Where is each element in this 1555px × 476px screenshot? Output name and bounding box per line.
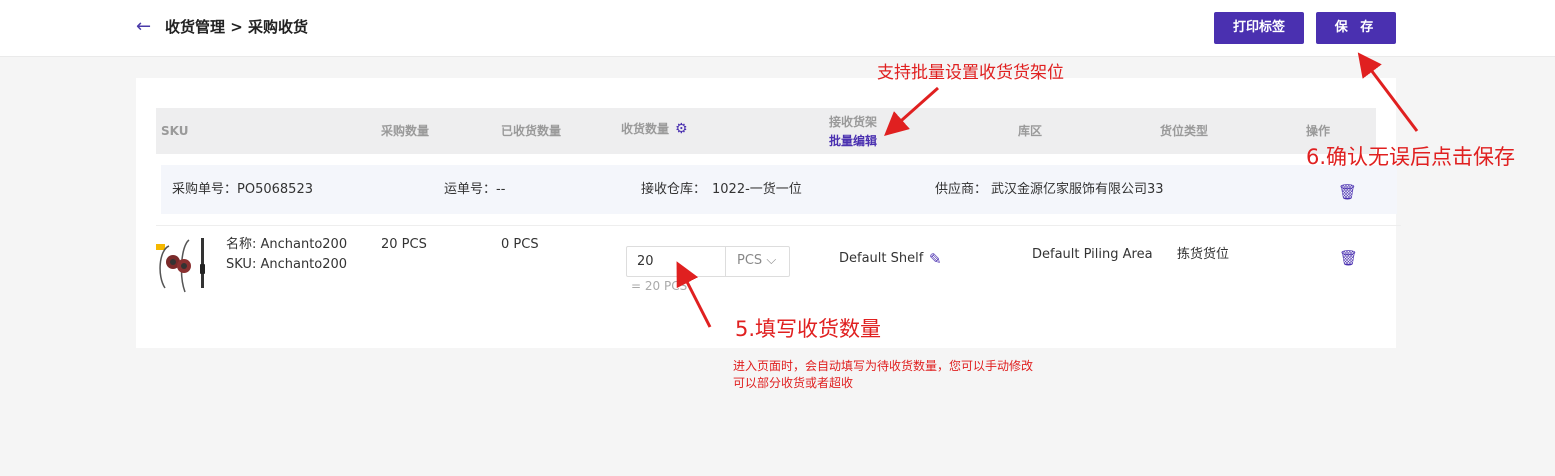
fill-desc-line-2: 可以部分收货或者超收: [733, 376, 854, 390]
save-button[interactable]: 保 存: [1316, 12, 1396, 44]
row-divider: [156, 225, 1401, 226]
fill-tip-annotation: 5.填写收货数量: [735, 317, 882, 341]
delete-row-trash-icon[interactable]: 🗑: [1339, 249, 1358, 267]
po-label: 采购单号：: [172, 182, 238, 197]
waybill-label: 运单号：: [444, 182, 497, 197]
print-label-button[interactable]: 打印标签: [1214, 12, 1304, 44]
edit-icon[interactable]: ✎: [929, 250, 942, 268]
col-actions: 操作: [1306, 124, 1331, 138]
col-received-qty: 已收货数量: [501, 124, 562, 138]
supplier-label: 供应商：: [935, 182, 988, 197]
received-qty: 0 PCS: [501, 237, 539, 252]
purchase-qty: 20 PCS: [381, 237, 427, 252]
chevron-down-icon: ⌵: [766, 253, 777, 268]
gear-icon[interactable]: ⚙: [675, 121, 688, 137]
unit-select-value: PCS: [737, 253, 763, 268]
waybill: 运单号：--: [444, 181, 505, 199]
zone-value: Default Piling Area: [1032, 247, 1153, 262]
shelf-value: Default Shelf: [839, 251, 924, 266]
col-shelf: 接收货架: [829, 115, 878, 129]
fill-desc-line-1: 进入页面时，会自动填写为待收货数量，您可以手动修改: [733, 359, 1034, 373]
top-bar: ← 收货管理 > 采购收货 打印标签 保 存: [0, 0, 1555, 57]
unit-select[interactable]: PCS ⌵: [737, 253, 776, 268]
po-number: 采购单号：PO5068523: [172, 181, 313, 199]
col-slot-type: 货位类型: [1160, 124, 1209, 138]
product-sku: SKU: Anchanto200: [226, 257, 348, 272]
breadcrumb: 收货管理 > 采购收货: [165, 18, 309, 36]
col-receiving-qty: 收货数量 ⚙: [621, 121, 688, 137]
supplier: 供应商： 武汉金源亿家服饰有限公司33: [935, 181, 1164, 199]
supplier-value: 武汉金源亿家服饰有限公司33: [991, 182, 1164, 197]
col-sku: SKU: [161, 124, 189, 138]
waybill-value: --: [496, 182, 506, 197]
warehouse-value: 1022-一货一位: [712, 182, 802, 197]
col-receiving-qty-label: 收货数量: [621, 122, 670, 136]
back-arrow-icon[interactable]: ←: [136, 17, 154, 37]
col-purchase-qty: 采购数量: [381, 124, 430, 138]
batch-tip-annotation: 支持批量设置收货货架位: [877, 63, 1064, 83]
po-value: PO5068523: [237, 182, 313, 197]
col-zone: 库区: [1018, 124, 1043, 138]
receiving-qty-control: PCS ⌵: [626, 246, 790, 277]
warehouse: 接收仓库： 1022-一货一位: [641, 181, 802, 199]
delete-group-trash-icon[interactable]: 🗑: [1338, 183, 1357, 201]
receiving-qty-input[interactable]: [627, 247, 726, 276]
product-name: 名称: Anchanto200: [226, 237, 348, 252]
qty-conversion: = 20 PCS: [631, 279, 688, 293]
warehouse-label: 接收仓库：: [641, 182, 707, 197]
slot-type-value: 拣货货位: [1177, 247, 1230, 262]
batch-edit-link[interactable]: 批量编辑: [829, 132, 877, 149]
save-tip-annotation: 6.确认无误后点击保存: [1306, 145, 1516, 169]
product-thumbnail: [156, 238, 205, 293]
